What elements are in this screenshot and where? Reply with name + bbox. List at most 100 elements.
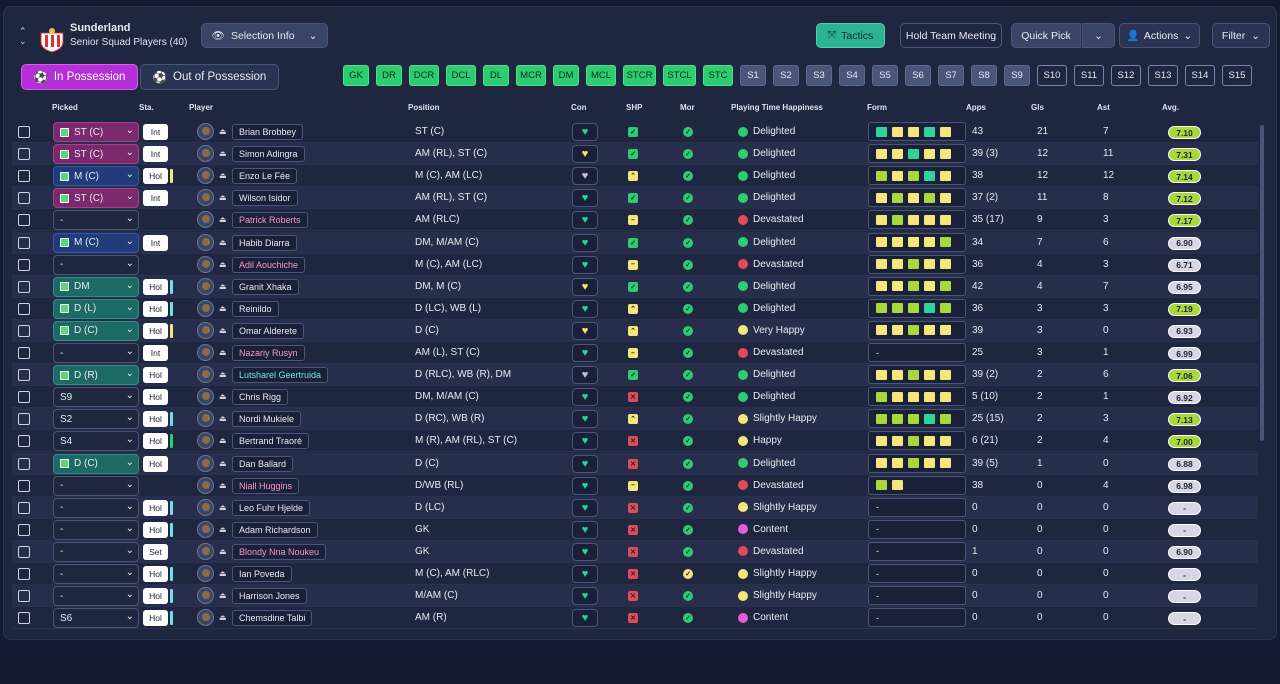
player-name[interactable]: Adam Richardson <box>232 521 318 538</box>
chip-stcl[interactable]: STCL <box>663 65 696 86</box>
row-checkbox[interactable] <box>18 214 30 227</box>
row-checkbox[interactable] <box>18 302 30 315</box>
row-checkbox[interactable] <box>18 236 30 249</box>
row-checkbox[interactable] <box>18 280 30 293</box>
chip-s11[interactable]: S11 <box>1074 65 1104 86</box>
player-name[interactable]: Lutsharel Geertruida <box>232 367 329 384</box>
picked-dropdown[interactable]: S4 ⌄ <box>53 431 139 452</box>
table-scrollbar[interactable] <box>1260 125 1264 441</box>
row-checkbox[interactable] <box>18 457 30 470</box>
picked-dropdown[interactable]: S9 ⌄ <box>53 387 139 408</box>
player-name[interactable]: Chemsdine Talbi <box>232 610 313 627</box>
table-row[interactable]: ST (C) ⌄ Int ⏏ Wilson Isidor AM (RL), ST (C) ♥… <box>12 187 1258 210</box>
chip-gk[interactable]: GK <box>343 65 369 86</box>
picked-dropdown[interactable]: - ⌄ <box>53 343 139 363</box>
picked-dropdown[interactable]: - ⌄ <box>53 564 139 584</box>
status-badge[interactable]: Int <box>143 234 168 251</box>
col-shp[interactable]: SHP <box>626 103 642 112</box>
player-name[interactable]: Adil Aouchiche <box>232 256 306 273</box>
picked-dropdown[interactable]: S6 ⌄ <box>53 608 139 629</box>
table-row[interactable]: - ⌄ Hol ⏏ Adam Richardson GK ♥ ✕ ✓ Content - 0 0 0 - <box>12 519 1258 541</box>
table-row[interactable]: ST (C) ⌄ Int ⏏ Brian Brobbey ST (C) ♥ ✓ ✓ Delight… <box>12 121 1258 143</box>
picked-dropdown[interactable]: - ⌄ <box>53 497 139 518</box>
col-form[interactable]: Form <box>867 103 887 112</box>
col-avg[interactable]: Avg. <box>1162 103 1179 112</box>
player-name[interactable]: Bertrand Traoré <box>232 433 310 450</box>
picked-dropdown[interactable]: D (C) ⌄ <box>53 320 139 341</box>
table-row[interactable]: S6 ⌄ Hol ⏏ Chemsdine Talbi AM (R) ♥ ✕ ✓ Content - 0… <box>12 607 1258 630</box>
row-checkbox[interactable] <box>18 413 30 426</box>
status-badge[interactable]: Hol <box>143 367 168 384</box>
tactics-button[interactable]: ⤧ Tactics <box>816 23 885 48</box>
player-name[interactable]: Ian Poveda <box>232 566 292 582</box>
status-badge[interactable]: Hol <box>143 521 168 538</box>
chip-s7[interactable]: S7 <box>938 65 964 86</box>
status-badge[interactable]: Hol <box>143 499 168 516</box>
status-badge[interactable]: Hol <box>143 389 168 406</box>
player-name[interactable]: Chris Rigg <box>232 389 289 406</box>
status-badge[interactable]: Hol <box>143 411 168 428</box>
col-sta[interactable]: Sta. <box>139 103 154 112</box>
player-name[interactable]: Leo Fuhr Hjelde <box>232 499 311 516</box>
status-badge[interactable]: Int <box>143 146 168 163</box>
player-name[interactable]: Blondy Nna Noukeu <box>232 543 327 560</box>
picked-dropdown[interactable]: - ⌄ <box>53 475 139 496</box>
chip-mcr[interactable]: MCR <box>516 65 546 86</box>
row-checkbox[interactable] <box>18 347 30 359</box>
chip-s12[interactable]: S12 <box>1111 65 1141 86</box>
col-picked[interactable]: Picked <box>52 103 78 112</box>
player-name[interactable]: Patrick Roberts <box>232 212 308 229</box>
row-checkbox[interactable] <box>18 435 30 448</box>
chip-stcr[interactable]: STCR <box>623 65 656 86</box>
chip-mcl[interactable]: MCL <box>586 65 616 86</box>
status-badge[interactable]: Hol <box>143 610 168 627</box>
collapse-chevron-icon[interactable]: ⌃ ⌄ <box>19 26 31 46</box>
row-checkbox[interactable] <box>18 501 30 514</box>
table-row[interactable]: - ⌄ Set ⏏ Blondy Nna Noukeu GK ♥ ✕ ✓ Devastated - 1… <box>12 540 1258 563</box>
picked-dropdown[interactable]: M (C) ⌄ <box>53 232 139 253</box>
player-name[interactable]: Enzo Le Fée <box>232 168 298 185</box>
chip-s3[interactable]: S3 <box>806 65 832 86</box>
status-badge[interactable]: Hol <box>143 455 168 472</box>
table-row[interactable]: M (C) ⌄ Hol ⏏ Enzo Le Fée M (C), AM (LC) ♥ ⌃ ✓ De… <box>12 165 1258 188</box>
status-badge[interactable]: Hol <box>143 588 168 605</box>
table-row[interactable]: - ⌄ ⏏ Niall Huggins D/WB (RL) ♥ – ✓ Devastated 38… <box>12 475 1258 497</box>
col-playing-time[interactable]: Playing Time Happiness <box>731 103 823 112</box>
picked-dropdown[interactable]: - ⌄ <box>53 254 139 275</box>
col-con[interactable]: Con <box>571 103 587 112</box>
player-name[interactable]: Omar Alderete <box>232 322 305 339</box>
table-row[interactable]: - ⌄ ⏏ Adil Aouchiche M (C), AM (LC) ♥ – ✓ Devast… <box>12 254 1258 276</box>
table-row[interactable]: DM ⌄ Hol ⏏ Granit Xhaka DM, M (C) ♥ ✓ ✓ Delighted… <box>12 275 1258 298</box>
table-row[interactable]: - ⌄ Hol ⏏ Ian Poveda M (C), AM (RLC) ♥ ✕ ✓ Slight… <box>12 563 1258 585</box>
out-of-possession-toggle[interactable]: ⚽ Out of Possession <box>140 64 279 90</box>
picked-dropdown[interactable]: DM ⌄ <box>53 276 139 297</box>
row-checkbox[interactable] <box>18 545 30 558</box>
table-row[interactable]: S4 ⌄ Hol ⏏ Bertrand Traoré M (R), AM (RL), ST… <box>12 430 1258 453</box>
status-badge[interactable]: Hol <box>143 433 168 450</box>
status-badge[interactable]: Int <box>143 124 168 140</box>
chip-s15[interactable]: S15 <box>1222 65 1252 86</box>
player-name[interactable]: Brian Brobbey <box>232 124 304 140</box>
chip-dr[interactable]: DR <box>376 65 402 86</box>
chip-s2[interactable]: S2 <box>773 65 799 86</box>
quick-pick-button[interactable]: Quick Pick <box>1011 23 1081 48</box>
player-name[interactable]: Niall Huggins <box>232 477 300 494</box>
picked-dropdown[interactable]: ST (C) ⌄ <box>53 122 139 142</box>
row-checkbox[interactable] <box>18 479 30 492</box>
status-badge[interactable]: Set <box>143 543 168 560</box>
table-row[interactable]: D (R) ⌄ Hol ⏏ Lutsharel Geertruida D (RLC), W… <box>12 364 1258 387</box>
picked-dropdown[interactable]: - ⌄ <box>53 541 139 562</box>
chip-s4[interactable]: S4 <box>839 65 865 86</box>
picked-dropdown[interactable]: M (C) ⌄ <box>53 166 139 187</box>
table-row[interactable]: ST (C) ⌄ Int ⏏ Simon Adingra AM (RL), ST (C) ♥… <box>12 143 1258 166</box>
row-checkbox[interactable] <box>18 258 30 271</box>
chip-dl[interactable]: DL <box>483 65 509 86</box>
picked-dropdown[interactable]: - ⌄ <box>53 519 139 540</box>
table-row[interactable]: S9 ⌄ Hol ⏏ Chris Rigg DM, M/AM (C) ♥ ✕ ✓ Delighte… <box>12 386 1258 409</box>
chip-dm[interactable]: DM <box>553 65 579 86</box>
actions-button[interactable]: 👤 Actions ⌄ <box>1119 23 1200 48</box>
status-badge[interactable]: Hol <box>143 322 168 339</box>
col-apps[interactable]: Apps <box>966 103 986 112</box>
table-row[interactable]: S2 ⌄ Hol ⏏ Nordi Mukiele D (RC), WB (R) ♥ ⌃ ✓ Sli… <box>12 408 1258 431</box>
col-player[interactable]: Player <box>189 103 213 112</box>
